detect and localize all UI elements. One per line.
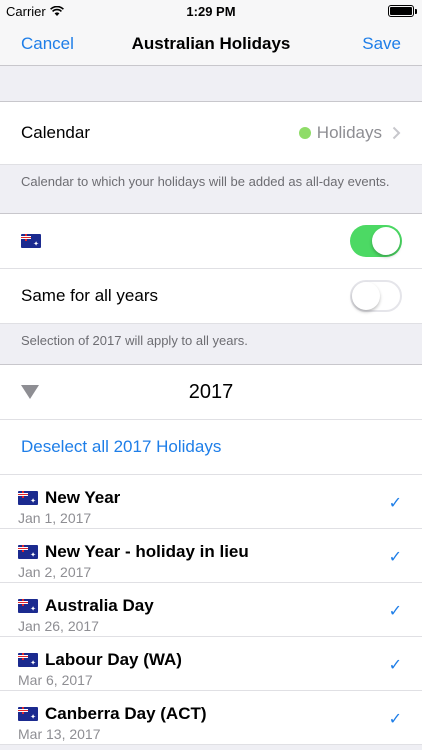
holiday-date: Mar 6, 2017 bbox=[18, 672, 93, 688]
list-item[interactable]: Canberra Day (ACT) Mar 13, 2017 ✓ bbox=[0, 691, 422, 745]
collapse-triangle-icon[interactable] bbox=[21, 385, 39, 399]
chevron-right-icon bbox=[392, 126, 401, 140]
year-label: 2017 bbox=[188, 380, 234, 403]
calendar-footer: Calendar to which your holidays will be … bbox=[21, 174, 390, 189]
list-item[interactable]: Labour Day (WA) Mar 6, 2017 ✓ bbox=[0, 637, 422, 691]
holiday-name: New Year - holiday in lieu bbox=[45, 542, 249, 561]
list-item[interactable]: New Year - holiday in lieu Jan 2, 2017 ✓ bbox=[0, 529, 422, 583]
checkmark-icon: ✓ bbox=[388, 549, 402, 566]
holiday-date: Jan 2, 2017 bbox=[18, 564, 92, 580]
holiday-name: Canberra Day (ACT) bbox=[45, 704, 207, 723]
holiday-date: Mar 13, 2017 bbox=[18, 726, 101, 742]
holiday-name: Australia Day bbox=[45, 596, 154, 615]
country-toggle-row bbox=[0, 213, 422, 269]
list-item[interactable]: New Year Jan 1, 2017 ✓ bbox=[0, 475, 422, 529]
deselect-row[interactable]: Deselect all 2017 Holidays bbox=[0, 420, 422, 475]
battery-icon bbox=[388, 5, 417, 17]
australia-flag-icon bbox=[18, 653, 38, 667]
checkmark-icon: ✓ bbox=[388, 711, 402, 728]
calendar-color-dot bbox=[298, 127, 311, 139]
australia-flag-icon bbox=[18, 545, 38, 559]
nav-bar: Cancel Australian Holidays Save bbox=[0, 22, 422, 66]
page-title: Australian Holidays bbox=[131, 34, 291, 53]
checkmark-icon: ✓ bbox=[388, 603, 402, 620]
checkmark-icon: ✓ bbox=[388, 657, 402, 674]
australia-flag-icon bbox=[18, 707, 38, 721]
calendar-value-label: Holidays bbox=[316, 123, 382, 142]
save-button[interactable]: Save bbox=[362, 34, 401, 54]
australia-flag-icon bbox=[18, 491, 38, 505]
australia-flag-icon bbox=[21, 234, 41, 248]
australia-flag-icon bbox=[18, 599, 38, 613]
same-years-label: Same for all years bbox=[21, 286, 158, 305]
holiday-date: Jan 1, 2017 bbox=[18, 510, 92, 526]
same-years-toggle[interactable] bbox=[350, 280, 402, 312]
year-row[interactable]: 2017 bbox=[0, 364, 422, 420]
deselect-all-button[interactable]: Deselect all 2017 Holidays bbox=[21, 437, 221, 457]
calendar-row[interactable]: Calendar Holidays bbox=[0, 101, 422, 165]
holiday-date: Jan 26, 2017 bbox=[18, 618, 99, 634]
calendar-value: Holidays bbox=[298, 123, 401, 143]
holiday-name: Labour Day (WA) bbox=[45, 650, 182, 669]
country-toggle[interactable] bbox=[350, 225, 402, 257]
status-bar: Carrier 1:29 PM bbox=[0, 0, 422, 22]
same-years-footer: Selection of 2017 will apply to all year… bbox=[21, 333, 248, 348]
holiday-name: New Year bbox=[45, 488, 121, 507]
list-item[interactable]: Australia Day Jan 26, 2017 ✓ bbox=[0, 583, 422, 637]
calendar-label: Calendar bbox=[21, 123, 90, 142]
holiday-list: New Year Jan 1, 2017 ✓ New Year - holida… bbox=[0, 475, 422, 745]
status-time: 1:29 PM bbox=[186, 4, 236, 19]
checkmark-icon: ✓ bbox=[388, 495, 402, 512]
same-years-row: Same for all years bbox=[0, 269, 422, 324]
